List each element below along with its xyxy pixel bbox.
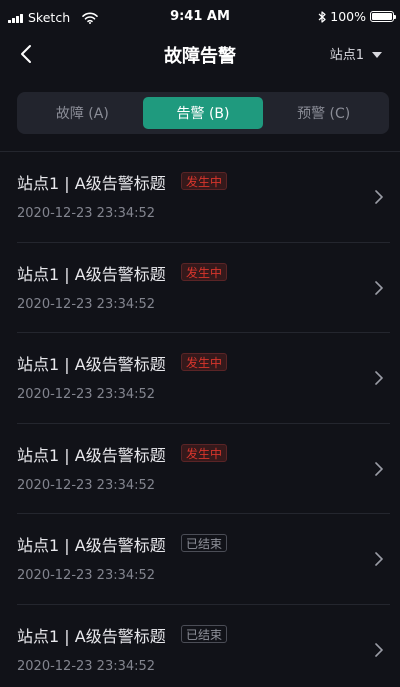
status-badge: 已结束 bbox=[181, 534, 228, 552]
chevron-right-icon bbox=[375, 280, 383, 295]
list-item[interactable]: 站点1 | A级告警标题 已结束 2020-12-23 23:34:52 bbox=[0, 605, 400, 687]
list-item[interactable]: 站点1 | A级告警标题 发生中 2020-12-23 23:34:52 bbox=[0, 243, 400, 333]
site-selector-label: 站点1 bbox=[329, 48, 364, 63]
alert-title: 站点1 | A级告警标题 bbox=[17, 174, 166, 193]
chevron-right-icon bbox=[375, 371, 383, 385]
alert-title: 站点1 | A级告警标题 bbox=[17, 445, 166, 465]
alert-title: 站点1 | A级告警标题 bbox=[17, 355, 166, 374]
alert-title: 站点1 | A级告警标题 bbox=[17, 536, 166, 555]
alert-title: 站点1 | A级告警标题 bbox=[17, 264, 166, 284]
alert-time: 2020-12-23 23:34:52 bbox=[17, 568, 156, 583]
battery-icon bbox=[370, 11, 396, 22]
chevron-right-icon bbox=[375, 190, 383, 204]
alert-list: 站点1 | A级告警标题 发生中 2020-12-23 23:34:52 站点1… bbox=[0, 152, 400, 687]
status-badge: 发生中 bbox=[181, 262, 228, 281]
status-bar: Sketch 9:41 AM 100% bbox=[0, 0, 400, 36]
chevron-right-icon bbox=[375, 642, 383, 657]
status-badge: 发生中 bbox=[181, 353, 228, 371]
nav-bar: 故障告警 站点1 bbox=[0, 36, 400, 72]
chevron-right-icon bbox=[375, 552, 383, 566]
list-item[interactable]: 站点1 | A级告警标题 已结束 2020-12-23 23:34:52 bbox=[0, 514, 400, 605]
alert-time: 2020-12-23 23:34:52 bbox=[17, 387, 156, 402]
tab-fault[interactable]: 故障 (A) bbox=[22, 97, 143, 129]
status-badge: 发生中 bbox=[181, 172, 228, 190]
caret-down-icon bbox=[372, 51, 382, 58]
status-right: 100% bbox=[318, 9, 396, 24]
alert-time: 2020-12-23 23:34:52 bbox=[17, 477, 156, 493]
alert-time: 2020-12-23 23:34:52 bbox=[17, 206, 156, 221]
list-item[interactable]: 站点1 | A级告警标题 发生中 2020-12-23 23:34:52 bbox=[0, 424, 400, 514]
category-tabs: 故障 (A) 告警 (B) 预警 (C) bbox=[17, 92, 389, 134]
chevron-right-icon bbox=[375, 461, 383, 476]
tab-warning[interactable]: 预警 (C) bbox=[263, 97, 384, 129]
battery-percent: 100% bbox=[330, 9, 366, 24]
list-item[interactable]: 站点1 | A级告警标题 发生中 2020-12-23 23:34:52 bbox=[0, 152, 400, 243]
alert-time: 2020-12-23 23:34:52 bbox=[17, 296, 156, 312]
alert-time: 2020-12-23 23:34:52 bbox=[17, 658, 156, 674]
status-badge: 发生中 bbox=[181, 443, 228, 462]
site-selector[interactable]: 站点1 bbox=[330, 44, 382, 63]
alert-title: 站点1 | A级告警标题 bbox=[17, 626, 166, 646]
bluetooth-icon bbox=[318, 10, 326, 23]
list-item[interactable]: 站点1 | A级告警标题 发生中 2020-12-23 23:34:52 bbox=[0, 333, 400, 424]
status-badge: 已结束 bbox=[181, 624, 228, 643]
tab-alarm[interactable]: 告警 (B) bbox=[142, 97, 264, 129]
screen: Sketch 9:41 AM 100% 故障告警 站点1 故障 (A) 告警 (… bbox=[0, 0, 400, 687]
